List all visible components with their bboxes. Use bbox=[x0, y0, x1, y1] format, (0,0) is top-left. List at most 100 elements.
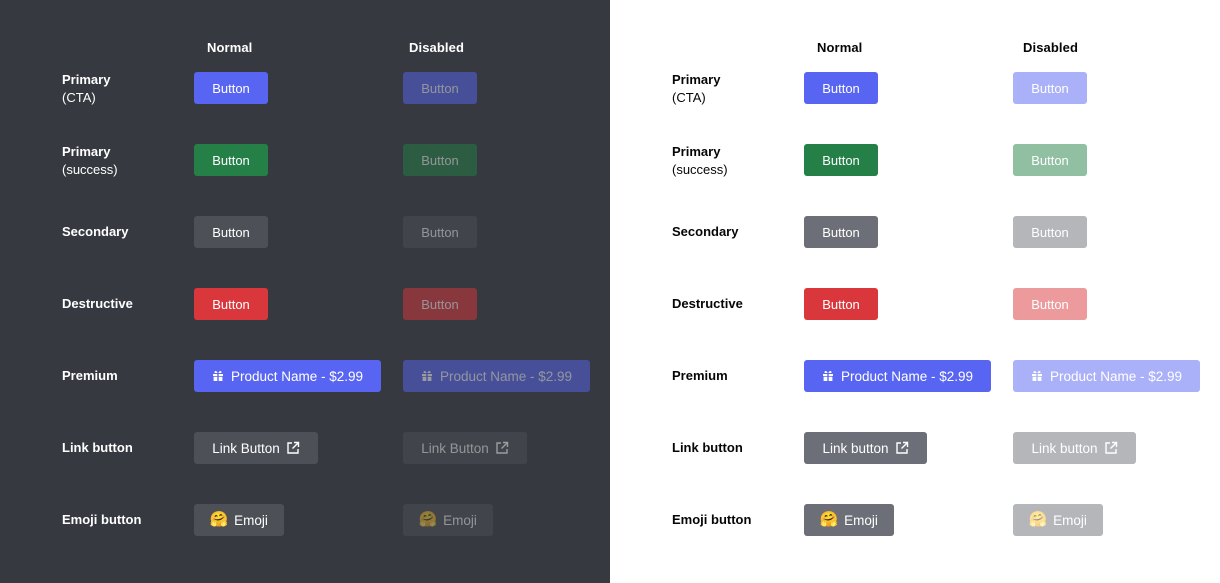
button-label: Button bbox=[822, 296, 860, 312]
column-header-disabled: Disabled bbox=[409, 40, 464, 55]
button-label: Emoji bbox=[234, 512, 268, 528]
row-premium: Premium Product Name - $2.99 Product Nam… bbox=[672, 360, 1220, 392]
button-label: Button bbox=[822, 80, 860, 96]
button-label: Button bbox=[421, 224, 459, 240]
row-subtitle: (success) bbox=[62, 162, 118, 177]
gift-icon bbox=[822, 370, 834, 382]
primary-cta-button[interactable]: Button bbox=[194, 72, 268, 104]
external-link-icon bbox=[495, 441, 509, 455]
link-button[interactable]: Link button bbox=[804, 432, 927, 464]
row-title: Link button bbox=[672, 440, 743, 455]
button-label: Link button bbox=[1031, 440, 1098, 456]
row-title: Primary bbox=[62, 144, 111, 159]
row-primary-success: Primary (success) Button Button bbox=[62, 143, 610, 179]
button-label: Product Name - $2.99 bbox=[230, 368, 364, 384]
secondary-button-disabled: Button bbox=[1013, 216, 1087, 248]
row-primary-success: Primary (success) Button Button bbox=[672, 143, 1220, 179]
row-label: Premium bbox=[672, 367, 728, 385]
row-label: Destructive bbox=[62, 295, 133, 313]
button-label: Product Name - $2.99 bbox=[1049, 368, 1183, 384]
row-label: Link button bbox=[672, 439, 743, 457]
destructive-button[interactable]: Button bbox=[804, 288, 878, 320]
row-label: Premium bbox=[62, 367, 118, 385]
button-label: Button bbox=[421, 152, 459, 168]
row-emoji-button: Emoji button 🤗 Emoji 🤗 Emoji bbox=[62, 504, 610, 536]
button-label: Button bbox=[1031, 152, 1069, 168]
button-label: Button bbox=[1031, 80, 1069, 96]
row-destructive: Destructive Button Button bbox=[672, 288, 1220, 320]
button-label: Button bbox=[1031, 296, 1069, 312]
secondary-button[interactable]: Button bbox=[194, 216, 268, 248]
row-label: Secondary bbox=[672, 223, 738, 241]
button-label: Button bbox=[212, 224, 250, 240]
row-label: Emoji button bbox=[672, 511, 751, 529]
success-button[interactable]: Button bbox=[194, 144, 268, 176]
success-button[interactable]: Button bbox=[804, 144, 878, 176]
link-button-disabled: Link button bbox=[1013, 432, 1136, 464]
row-title: Premium bbox=[672, 368, 728, 383]
external-link-icon bbox=[1104, 441, 1118, 455]
button-label: Button bbox=[421, 80, 459, 96]
gift-icon bbox=[1031, 370, 1043, 382]
emoji-button[interactable]: 🤗 Emoji bbox=[194, 504, 284, 536]
destructive-button-disabled: Button bbox=[403, 288, 477, 320]
external-link-icon bbox=[286, 441, 300, 455]
row-label: Primary (success) bbox=[62, 143, 118, 179]
row-link-button: Link button Link Button Link Button bbox=[62, 432, 610, 464]
row-label: Primary (success) bbox=[672, 143, 728, 179]
link-button-disabled: Link Button bbox=[403, 432, 527, 464]
button-label: Button bbox=[212, 152, 250, 168]
row-subtitle: (CTA) bbox=[672, 90, 706, 105]
row-title: Primary bbox=[62, 72, 111, 87]
hugging-face-emoji-icon: 🤗 bbox=[1028, 511, 1048, 528]
button-label: Button bbox=[822, 152, 860, 168]
light-theme-panel: Normal Disabled Primary (CTA) Button But… bbox=[610, 0, 1220, 583]
button-label: Link button bbox=[822, 440, 889, 456]
row-title: Link button bbox=[62, 440, 133, 455]
emoji-button-disabled: 🤗 Emoji bbox=[403, 504, 493, 536]
hugging-face-emoji-icon: 🤗 bbox=[418, 511, 438, 528]
success-button-disabled: Button bbox=[403, 144, 477, 176]
button-label: Button bbox=[212, 80, 250, 96]
emoji-button-disabled: 🤗 Emoji bbox=[1013, 504, 1103, 536]
button-label: Button bbox=[822, 224, 860, 240]
row-secondary: Secondary Button Button bbox=[672, 216, 1220, 248]
emoji-button[interactable]: 🤗 Emoji bbox=[804, 504, 894, 536]
destructive-button-disabled: Button bbox=[1013, 288, 1087, 320]
external-link-icon bbox=[895, 441, 909, 455]
button-label: Button bbox=[1031, 224, 1069, 240]
row-label: Emoji button bbox=[62, 511, 141, 529]
button-label: Link Button bbox=[212, 440, 280, 456]
row-emoji-button: Emoji button 🤗 Emoji 🤗 Emoji bbox=[672, 504, 1220, 536]
row-title: Destructive bbox=[62, 296, 133, 311]
row-title: Primary bbox=[672, 144, 721, 159]
destructive-button[interactable]: Button bbox=[194, 288, 268, 320]
button-label: Product Name - $2.99 bbox=[840, 368, 974, 384]
column-header-disabled: Disabled bbox=[1023, 40, 1078, 55]
button-label: Emoji bbox=[443, 512, 477, 528]
row-secondary: Secondary Button Button bbox=[62, 216, 610, 248]
row-title: Emoji button bbox=[672, 512, 752, 527]
premium-button[interactable]: Product Name - $2.99 bbox=[804, 360, 991, 392]
secondary-button-disabled: Button bbox=[403, 216, 477, 248]
link-button[interactable]: Link Button bbox=[194, 432, 318, 464]
row-title: Emoji button bbox=[62, 512, 142, 527]
primary-cta-button-disabled: Button bbox=[403, 72, 477, 104]
primary-cta-button[interactable]: Button bbox=[804, 72, 878, 104]
hugging-face-emoji-icon: 🤗 bbox=[209, 511, 229, 528]
row-label: Secondary bbox=[62, 223, 128, 241]
row-destructive: Destructive Button Button bbox=[62, 288, 610, 320]
row-label: Destructive bbox=[672, 295, 743, 313]
premium-button-disabled: Product Name - $2.99 bbox=[403, 360, 590, 392]
button-label: Button bbox=[421, 296, 459, 312]
row-premium: Premium Product Name - $2.99 Product Nam… bbox=[62, 360, 610, 392]
secondary-button[interactable]: Button bbox=[804, 216, 878, 248]
premium-button[interactable]: Product Name - $2.99 bbox=[194, 360, 381, 392]
button-label: Emoji bbox=[844, 512, 878, 528]
dark-theme-panel: Normal Disabled Primary (CTA) Button But… bbox=[0, 0, 610, 583]
column-header-normal: Normal bbox=[207, 40, 253, 55]
gift-icon bbox=[212, 370, 224, 382]
row-primary-cta: Primary (CTA) Button Button bbox=[672, 72, 1220, 105]
row-subtitle: (CTA) bbox=[62, 90, 96, 105]
button-label: Emoji bbox=[1053, 512, 1087, 528]
